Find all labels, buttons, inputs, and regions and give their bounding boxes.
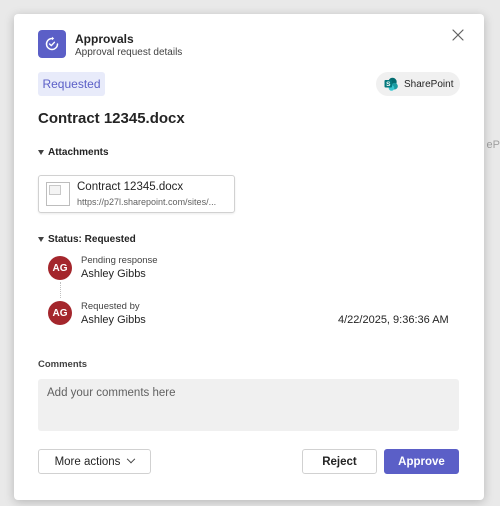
attachments-section-toggle[interactable]: Attachments: [38, 147, 109, 158]
caret-down-icon: [38, 237, 44, 242]
request-title: Contract 12345.docx: [38, 110, 185, 127]
app-subtitle: Approval request details: [75, 47, 183, 58]
avatar: AG: [48, 301, 72, 325]
sharepoint-icon: S: [384, 77, 398, 91]
close-button[interactable]: [450, 27, 466, 43]
attachments-header: Attachments: [48, 147, 109, 158]
more-actions-button[interactable]: More actions: [38, 449, 151, 474]
sharepoint-chip-label: SharePoint: [404, 78, 454, 90]
comments-input[interactable]: [38, 379, 459, 431]
chevron-down-icon: [127, 454, 136, 463]
sharepoint-chip[interactable]: S SharePoint: [376, 72, 460, 96]
comments-label: Comments: [38, 359, 88, 370]
caret-down-icon: [38, 150, 44, 155]
close-icon: [452, 29, 464, 41]
request-timestamp: 4/22/2025, 9:36:36 AM: [338, 314, 449, 326]
status-header: Status: Requested: [48, 234, 136, 245]
approve-button[interactable]: Approve: [384, 449, 459, 474]
step-name-pending: Ashley Gibbs: [81, 268, 146, 280]
step-name-requested-by: Ashley Gibbs: [81, 314, 146, 326]
step-label-requested-by: Requested by: [81, 301, 140, 312]
step-label-pending: Pending response: [81, 255, 158, 266]
approval-dialog: Approvals Approval request details Reque…: [14, 14, 484, 500]
file-thumbnail-icon: [46, 182, 70, 206]
reject-button[interactable]: Reject: [302, 449, 377, 474]
more-actions-label: More actions: [54, 455, 121, 468]
status-tag: Requested: [38, 72, 105, 96]
attachment-url: https://p27l.sharepoint.com/sites/...: [77, 197, 217, 207]
background-peek-text: eP: [486, 139, 500, 151]
attachment-card[interactable]: Contract 12345.docx https://p27l.sharepo…: [38, 175, 235, 213]
app-title: Approvals: [75, 32, 134, 46]
attachment-name: Contract 12345.docx: [77, 181, 184, 193]
avatar: AG: [48, 256, 72, 280]
timeline-connector: [59, 282, 61, 298]
approvals-icon: [38, 30, 66, 58]
status-section-toggle[interactable]: Status: Requested: [38, 234, 136, 245]
svg-text:S: S: [386, 81, 391, 88]
